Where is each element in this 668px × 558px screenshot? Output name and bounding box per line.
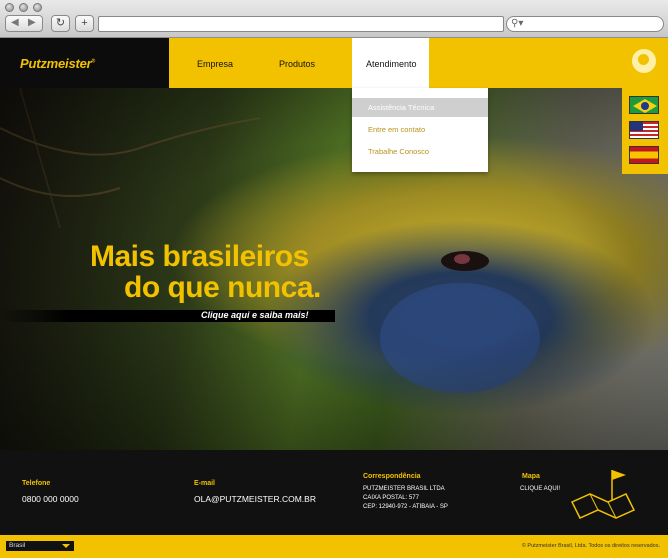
forward-icon[interactable]: ▶ bbox=[28, 17, 36, 28]
bottom-bar: Brasil © Putzmeister Brasil, Ltda. Todos… bbox=[0, 535, 668, 558]
back-icon[interactable]: ◀ bbox=[11, 17, 19, 28]
map-label: Mapa bbox=[522, 473, 540, 480]
minimize-window-icon[interactable] bbox=[19, 3, 28, 12]
hero-headline-line2: do que nunca. bbox=[124, 271, 321, 304]
spain-flag-icon[interactable] bbox=[629, 146, 659, 164]
url-input[interactable] bbox=[98, 16, 504, 32]
map-link[interactable]: CLIQUE AQUI! bbox=[520, 485, 560, 494]
putzmeister-logo[interactable]: Putzmeister® bbox=[20, 56, 95, 71]
usa-flag-canton bbox=[630, 122, 643, 131]
zoom-window-icon[interactable] bbox=[33, 3, 42, 12]
mail-line3: CEP: 12940-972 - ATIBAIA - SP bbox=[363, 504, 448, 510]
hero-headline-line1: Mais brasileiros bbox=[90, 240, 309, 273]
dropdown-item-trabalhe[interactable]: Trabalhe Conosco bbox=[352, 142, 488, 161]
country-select[interactable]: Brasil bbox=[6, 541, 74, 551]
phone-label: Telefone bbox=[22, 480, 51, 487]
nav-empresa[interactable]: Empresa bbox=[197, 59, 233, 69]
mail-label: Correspondência bbox=[363, 473, 421, 480]
atendimento-dropdown: Assistência Técnica Entre em contato Tra… bbox=[352, 88, 488, 172]
back-forward-buttons[interactable]: ◀ ▶ bbox=[5, 15, 43, 32]
nav-atendimento[interactable]: Atendimento bbox=[366, 59, 417, 69]
nav-produtos[interactable]: Produtos bbox=[279, 59, 315, 69]
globe-icon[interactable] bbox=[632, 49, 656, 73]
search-icon: ⚲▾ bbox=[511, 18, 524, 29]
usa-flag-icon[interactable] bbox=[629, 121, 659, 139]
hero-banner[interactable]: Mais brasileiros do que nunca. Clique aq… bbox=[0, 88, 668, 450]
add-bookmark-icon[interactable]: + bbox=[75, 15, 94, 32]
brazil-flag-icon[interactable] bbox=[629, 96, 659, 114]
browser-toolbar: ◀ ▶ ↻ + ⚲▾ bbox=[0, 0, 668, 38]
search-input[interactable]: ⚲▾ bbox=[506, 16, 664, 32]
dropdown-item-assistencia[interactable]: Assistência Técnica bbox=[352, 98, 488, 117]
map-icon[interactable] bbox=[568, 466, 638, 522]
reload-icon[interactable]: ↻ bbox=[51, 15, 70, 32]
cta-link[interactable]: Clique aqui e saiba mais! bbox=[201, 310, 309, 320]
main-nav: Empresa Produtos Atendimento bbox=[169, 38, 668, 88]
email-label: E-mail bbox=[194, 480, 216, 487]
dropdown-item-contato[interactable]: Entre em contato bbox=[352, 120, 488, 139]
phone-value: 0800 000 0000 bbox=[22, 494, 79, 504]
mail-line2: CAIXA POSTAL: 577 bbox=[363, 495, 419, 501]
email-link[interactable]: OLA@PUTZMEISTER.COM.BR bbox=[194, 494, 316, 504]
close-window-icon[interactable] bbox=[5, 3, 14, 12]
language-selector bbox=[622, 88, 668, 174]
footer: Telefone 0800 000 0000 E-mail OLA@PUTZME… bbox=[0, 450, 668, 535]
copyright-text: © Putzmeister Brasil, Ltda. Todos os dir… bbox=[521, 543, 660, 549]
logo-area: Putzmeister® bbox=[0, 38, 169, 88]
mail-line1: PUTZMEISTER BRASIL LTDA bbox=[363, 486, 445, 492]
